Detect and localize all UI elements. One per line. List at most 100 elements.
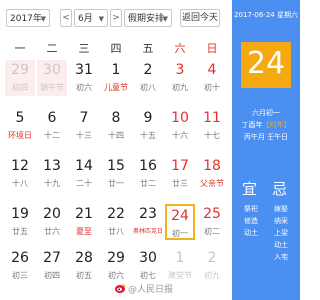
- month-select[interactable]: 6月 ▼: [74, 9, 108, 27]
- day-cell[interactable]: 12 十八: [5, 156, 35, 192]
- day-cell[interactable]: 8 十四: [101, 108, 131, 144]
- ji-label: 忌: [272, 180, 288, 198]
- day-cell[interactable]: 1 建党节: [165, 248, 195, 284]
- day-cell[interactable]: 9 十五: [133, 108, 163, 144]
- day-number: 5: [15, 110, 25, 126]
- lunar-label: 廿八: [108, 227, 124, 236]
- year-select[interactable]: 2017年 ▼: [6, 9, 50, 27]
- ji-item: 嫁娶: [274, 205, 288, 213]
- lunar-label: 端午节: [40, 83, 64, 92]
- back-to-today-button[interactable]: 返回今天: [180, 9, 220, 27]
- day-cell[interactable]: 16 廿二: [133, 156, 163, 192]
- ji-item: 纳采: [274, 217, 288, 225]
- month-select-value: 6月: [78, 14, 93, 24]
- day-cell[interactable]: 2 初八: [133, 60, 163, 96]
- zodiac-year: 【鸡年】: [262, 121, 291, 129]
- day-number: 14: [75, 158, 93, 174]
- day-cell[interactable]: 5 环境日: [5, 108, 35, 144]
- date-detail-panel: 2017-06-24 星期六 24 六月初一 丁酉年【鸡年】 丙午月 壬午日 宜…: [232, 0, 300, 300]
- weekday-label: 二: [46, 42, 58, 55]
- day-number: 25: [203, 206, 221, 222]
- day-cell[interactable]: 18 父亲节: [197, 156, 227, 192]
- day-cell[interactable]: 14 二十: [69, 156, 99, 192]
- lunar-label: 父亲节: [200, 179, 224, 188]
- day-cell[interactable]: 29 初六: [101, 248, 131, 284]
- lunar-label: 初三: [12, 271, 28, 280]
- day-cell[interactable]: 17 廿三: [165, 156, 195, 192]
- lunar-label: 初一: [172, 229, 188, 238]
- day-cell[interactable]: 10 十六: [165, 108, 195, 144]
- lunar-label: 初六: [76, 83, 92, 92]
- day-cell[interactable]: 13 十九: [37, 156, 67, 192]
- day-cell[interactable]: 1 儿童节: [101, 60, 131, 96]
- day-cell[interactable]: 19 廿五: [5, 204, 35, 240]
- day-cell[interactable]: 29 初四: [5, 60, 35, 96]
- day-cell[interactable]: 28 初五: [69, 248, 99, 284]
- yi-item: 祭祀: [244, 205, 258, 213]
- day-cell[interactable]: 21 夏至: [69, 204, 99, 240]
- day-number: 10: [171, 110, 189, 126]
- ji-item: 动土: [274, 241, 288, 249]
- lunar-label: 建党节: [168, 271, 192, 280]
- day-cell[interactable]: 7 十三: [69, 108, 99, 144]
- calendar-toolbar: 2017年 ▼ < 6月 ▼ > 假期安排 ▼ 返回今天: [0, 0, 232, 36]
- weekday-header: 一二三四五六日: [0, 40, 232, 56]
- day-cell[interactable]: 27 初四: [37, 248, 67, 284]
- day-number: 22: [107, 206, 125, 222]
- day-number: 12: [11, 158, 29, 174]
- day-cell[interactable]: 4 初十: [197, 60, 227, 96]
- day-cell[interactable]: 2 初九: [197, 248, 227, 284]
- day-number: 26: [11, 250, 29, 266]
- lunar-label: 初七: [140, 271, 156, 280]
- weekday-label: 一: [14, 42, 26, 55]
- holiday-select-value: 假期安排: [128, 14, 165, 24]
- lunar-label: 廿三: [172, 179, 188, 188]
- day-number: 19: [11, 206, 29, 222]
- lunar-label: 十二: [44, 131, 60, 140]
- day-cell[interactable]: 22 廿八: [101, 204, 131, 240]
- weekday-label: 四: [110, 42, 122, 55]
- ganzhi-year-text: 丁酉年: [241, 121, 263, 129]
- day-cell[interactable]: 15 廿一: [101, 156, 131, 192]
- day-number: 4: [207, 62, 217, 78]
- next-month-button[interactable]: >: [110, 9, 122, 27]
- day-number: 11: [203, 110, 221, 126]
- day-cell-today[interactable]: 24 初一: [165, 204, 195, 240]
- prev-month-button[interactable]: <: [60, 9, 72, 27]
- day-cell[interactable]: 11 十七: [197, 108, 227, 144]
- lunar-label: 初二: [204, 227, 220, 236]
- chevron-down-icon: ▼: [40, 15, 46, 23]
- weekday-label: 日: [206, 42, 218, 55]
- lunar-label: 廿六: [44, 227, 60, 236]
- day-number: 3: [175, 62, 185, 78]
- day-number: 24: [171, 208, 189, 224]
- lunar-label: 二十: [76, 179, 92, 188]
- day-cell[interactable]: 25 初二: [197, 204, 227, 240]
- day-cell[interactable]: 6 十二: [37, 108, 67, 144]
- ji-item: 入宅: [274, 253, 288, 261]
- day-cell[interactable]: 23 奥林匹克日: [133, 204, 163, 240]
- lunar-label: 十四: [108, 131, 124, 140]
- day-number: 29: [11, 62, 29, 78]
- lunar-label: 初九: [204, 271, 220, 280]
- big-day-number: 24: [246, 46, 286, 81]
- day-cell[interactable]: 31 初六: [69, 60, 99, 96]
- year-select-value: 2017年: [10, 14, 42, 24]
- watermark-text: @人民日报: [128, 285, 174, 295]
- day-cell[interactable]: 26 初三: [5, 248, 35, 284]
- day-number: 7: [79, 110, 89, 126]
- day-cell[interactable]: 3 初九: [165, 60, 195, 96]
- day-number: 21: [75, 206, 93, 222]
- day-cell[interactable]: 30 端午节: [37, 60, 67, 96]
- day-cell[interactable]: 20 廿六: [37, 204, 67, 240]
- lunar-label: 十九: [44, 179, 60, 188]
- lunar-label: 初八: [140, 83, 156, 92]
- lunar-label: 奥林匹克日: [133, 228, 164, 235]
- big-day-box: 24: [241, 42, 291, 88]
- day-cell[interactable]: 30 初七: [133, 248, 163, 284]
- day-number: 2: [143, 62, 153, 78]
- holiday-select[interactable]: 假期安排 ▼: [124, 9, 172, 27]
- day-number: 27: [43, 250, 61, 266]
- lunar-label: 初九: [172, 83, 188, 92]
- ganzhi-month-day: 丙午月 壬午日: [243, 133, 289, 141]
